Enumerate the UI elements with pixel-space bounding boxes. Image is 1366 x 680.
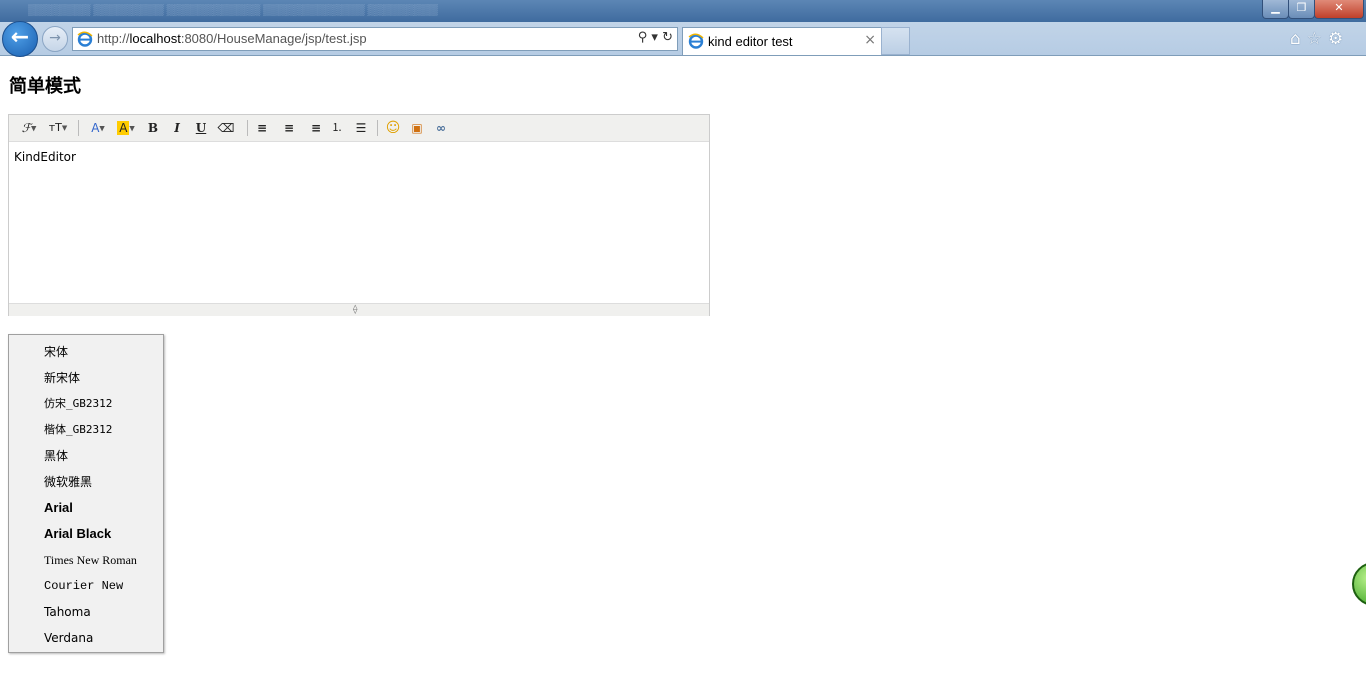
home-favorites-tools-icons[interactable]: ⌂☆⚙ (1290, 29, 1349, 49)
url-path: :8080/HouseManage/jsp/test.jsp (180, 31, 367, 46)
toolbar-separator (247, 120, 248, 136)
new-tab-button[interactable] (881, 27, 910, 55)
blurred-window-title: ▒▒▒▒▒▒▒▒ ▒▒▒▒▒▒▒▒▒ ▒▒▒▒▒▒▒▒▒▒▒▒ ▒▒▒▒▒▒▒▒… (28, 4, 438, 16)
font-size-icon: ᴛT (48, 121, 62, 134)
font-name-menu: 宋体 新宋体 仿宋_GB2312 楷体_GB2312 黑体 微软雅黑 Arial… (8, 334, 164, 653)
justify-left-button[interactable]: ≡ (257, 119, 273, 137)
editor-content-area[interactable]: KindEditor (9, 142, 709, 302)
toolbar-separator (78, 120, 79, 136)
font-option-xinsongti[interactable]: 新宋体 (9, 365, 163, 391)
font-option-arial-black[interactable]: Arial Black (9, 521, 163, 547)
back-button[interactable]: ← (2, 21, 38, 57)
resize-handle-icon[interactable]: ⟠ (353, 304, 357, 316)
font-option-courier-new[interactable]: Courier New (9, 573, 163, 599)
font-size-button[interactable]: ᴛT▼ (46, 119, 70, 137)
maximize-button[interactable]: ❐ (1288, 0, 1315, 19)
font-option-yahei[interactable]: 微软雅黑 (9, 469, 163, 495)
search-icon[interactable]: ⚲ ▾ (638, 30, 658, 45)
image-button[interactable]: ▣ (409, 119, 425, 137)
tab-close-icon[interactable]: × (864, 32, 876, 48)
font-option-times-new-roman[interactable]: Times New Roman (9, 547, 163, 573)
ie-logo-icon (77, 31, 93, 51)
forward-button[interactable]: → (42, 26, 68, 52)
fore-color-button[interactable]: A▼ (87, 119, 109, 137)
minimize-button[interactable]: ▁ (1262, 0, 1289, 19)
kindeditor: ℱ▼ ᴛT▼ A▼ A ▼ B I U ⌫ ≡ ≡ ≡ ⒈ ☰ ☺ ▣ ∞ Kin… (8, 114, 710, 316)
chevron-down-icon: ▼ (99, 124, 105, 133)
emoticons-button[interactable]: ☺ (385, 119, 401, 137)
tab-title: kind editor test (708, 34, 793, 49)
close-window-button[interactable]: ✕ (1314, 0, 1364, 19)
font-option-tahoma[interactable]: Tahoma (9, 599, 163, 625)
link-button[interactable]: ∞ (433, 119, 449, 137)
justify-right-button[interactable]: ≡ (305, 119, 321, 137)
address-url[interactable]: http://localhost:8080/HouseManage/jsp/te… (97, 31, 367, 46)
page-title: 简单模式 (9, 76, 81, 97)
ie-logo-icon (688, 33, 704, 53)
url-scheme: http:// (97, 31, 130, 46)
window-title-bar: ▒▒▒▒▒▒▒▒ ▒▒▒▒▒▒▒▒▒ ▒▒▒▒▒▒▒▒▒▒▒▒ ▒▒▒▒▒▒▒▒… (0, 0, 1366, 22)
ordered-list-button[interactable]: ⒈ (329, 119, 345, 137)
hilite-color-icon: A (117, 121, 130, 135)
font-option-fangsong[interactable]: 仿宋_GB2312 (9, 391, 163, 417)
browser-chrome: ▒▒▒▒▒▒▒▒ ▒▒▒▒▒▒▒▒▒ ▒▒▒▒▒▒▒▒▒▒▒▒ ▒▒▒▒▒▒▒▒… (0, 0, 1366, 57)
font-option-arial[interactable]: Arial (9, 495, 163, 521)
font-option-kaiti[interactable]: 楷体_GB2312 (9, 417, 163, 443)
font-name-button[interactable]: ℱ▼ (18, 119, 40, 137)
underline-button[interactable]: U (193, 119, 209, 137)
bold-button[interactable]: B (145, 119, 161, 137)
editor-statusbar: ⟠ (9, 303, 709, 316)
chevron-down-icon: ▼ (129, 124, 135, 133)
editor-text: KindEditor (14, 150, 76, 164)
url-host: localhost (129, 31, 181, 46)
italic-button[interactable]: I (169, 119, 185, 137)
font-option-songti[interactable]: 宋体 (9, 339, 163, 365)
refresh-icon[interactable]: ↻ (662, 30, 673, 45)
font-option-verdana[interactable]: Verdana (9, 625, 163, 651)
editor-toolbar: ℱ▼ ᴛT▼ A▼ A ▼ B I U ⌫ ≡ ≡ ≡ ⒈ ☰ ☺ ▣ ∞ (9, 115, 709, 142)
font-option-heiti[interactable]: 黑体 (9, 443, 163, 469)
justify-center-button[interactable]: ≡ (281, 119, 297, 137)
chevron-down-icon: ▼ (31, 124, 37, 133)
remove-format-button[interactable]: ⌫ (217, 119, 235, 137)
address-tools: ⚲ ▾ ↻ (638, 30, 673, 45)
hilite-color-button[interactable]: A ▼ (114, 119, 138, 137)
tab-kind-editor-test[interactable]: kind editor test × (682, 27, 882, 55)
address-bar[interactable]: http://localhost:8080/HouseManage/jsp/te… (72, 27, 678, 51)
chevron-down-icon: ▼ (61, 124, 68, 132)
toolbar-separator (377, 120, 378, 136)
font-name-icon: ℱ (21, 121, 32, 135)
floating-green-ball-icon[interactable] (1352, 562, 1366, 606)
unordered-list-button[interactable]: ☰ (353, 119, 369, 137)
